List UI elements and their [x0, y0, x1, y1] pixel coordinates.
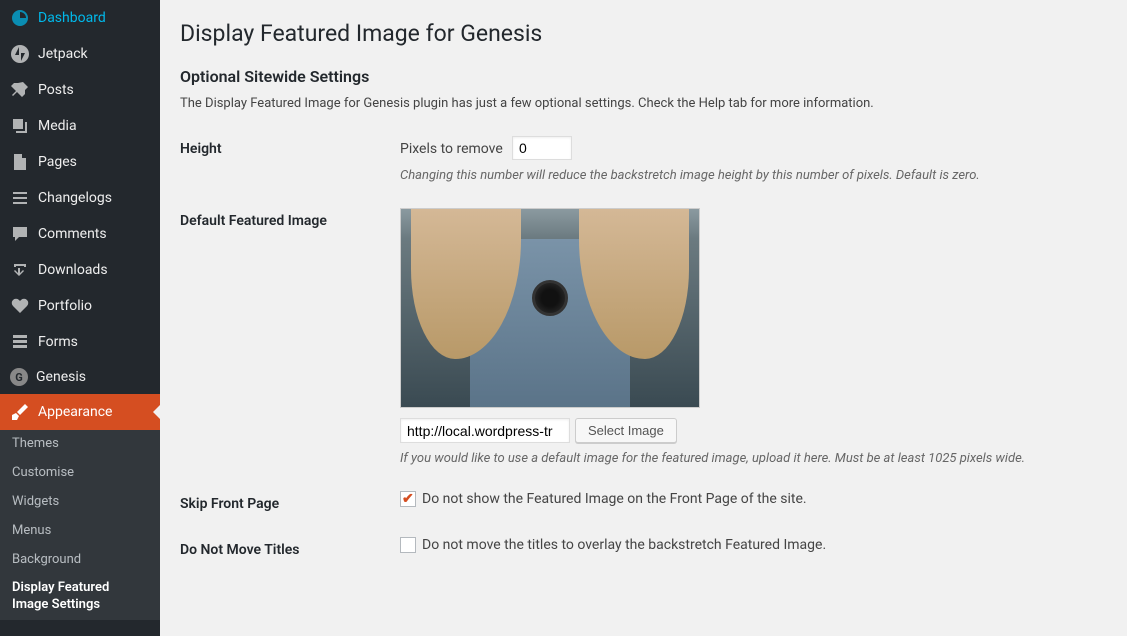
appearance-submenu: Themes Customise Widgets Menus Backgroun… — [0, 430, 160, 620]
field-skip-front: Skip Front Page Do not show the Featured… — [180, 491, 1107, 512]
sidebar-item-comments[interactable]: Comments — [0, 216, 160, 252]
sidebar-item-genesis[interactable]: G Genesis — [0, 360, 160, 394]
forms-icon — [10, 332, 30, 352]
submenu-customise[interactable]: Customise — [0, 459, 160, 488]
no-move-titles-label: Do Not Move Titles — [180, 537, 400, 558]
submenu-display-featured-image[interactable]: Display Featured Image Settings — [0, 574, 160, 620]
height-label: Height — [180, 136, 400, 157]
admin-sidebar: Dashboard Jetpack Posts Media Pages Chan… — [0, 0, 160, 636]
sidebar-item-media[interactable]: Media — [0, 108, 160, 144]
field-height: Height Pixels to remove Changing this nu… — [180, 136, 1107, 183]
default-image-desc: If you would like to use a default image… — [400, 451, 1107, 466]
select-image-button[interactable]: Select Image — [575, 418, 677, 443]
field-no-move-titles: Do Not Move Titles Do not move the title… — [180, 537, 1107, 558]
sidebar-item-label: Jetpack — [38, 46, 88, 62]
sidebar-item-label: Genesis — [36, 369, 86, 385]
sidebar-item-label: Media — [38, 118, 77, 134]
sidebar-item-jetpack[interactable]: Jetpack — [0, 36, 160, 72]
pin-icon — [10, 80, 30, 100]
sidebar-item-appearance[interactable]: Appearance — [0, 394, 160, 430]
sidebar-item-label: Portfolio — [38, 298, 92, 314]
sidebar-item-dashboard[interactable]: Dashboard — [0, 0, 160, 36]
field-default-image: Default Featured Image Select Image If y… — [180, 208, 1107, 466]
list-icon — [10, 188, 30, 208]
submenu-background[interactable]: Background — [0, 546, 160, 575]
sidebar-item-label: Downloads — [38, 262, 108, 278]
sidebar-item-portfolio[interactable]: Portfolio — [0, 288, 160, 324]
skip-front-text: Do not show the Featured Image on the Fr… — [422, 491, 807, 507]
no-move-titles-text: Do not move the titles to overlay the ba… — [422, 537, 826, 553]
skip-front-label: Skip Front Page — [180, 491, 400, 512]
media-icon — [10, 116, 30, 136]
skip-front-checkbox[interactable] — [400, 491, 416, 507]
height-input[interactable] — [512, 136, 572, 160]
page-subtitle: Optional Sitewide Settings — [180, 67, 1107, 86]
submenu-themes[interactable]: Themes — [0, 430, 160, 459]
heart-icon — [10, 296, 30, 316]
sidebar-item-posts[interactable]: Posts — [0, 72, 160, 108]
page-title: Display Featured Image for Genesis — [180, 20, 1107, 47]
no-move-titles-checkbox[interactable] — [400, 537, 416, 553]
sidebar-item-forms[interactable]: Forms — [0, 324, 160, 360]
sidebar-item-label: Pages — [38, 154, 77, 170]
pages-icon — [10, 152, 30, 172]
sidebar-item-label: Forms — [38, 334, 78, 350]
sidebar-item-pages[interactable]: Pages — [0, 144, 160, 180]
image-url-input[interactable] — [400, 418, 570, 443]
sidebar-item-changelogs[interactable]: Changelogs — [0, 180, 160, 216]
dashboard-icon — [10, 8, 30, 28]
download-icon — [10, 260, 30, 280]
page-intro: The Display Featured Image for Genesis p… — [180, 96, 1107, 111]
sidebar-item-label: Dashboard — [38, 10, 106, 26]
default-image-label: Default Featured Image — [180, 208, 400, 229]
submenu-menus[interactable]: Menus — [0, 517, 160, 546]
jetpack-icon — [10, 44, 30, 64]
image-preview — [400, 208, 700, 408]
genesis-icon: G — [10, 368, 28, 386]
height-inline-label: Pixels to remove — [400, 141, 503, 157]
sidebar-item-label: Appearance — [38, 404, 112, 420]
submenu-widgets[interactable]: Widgets — [0, 488, 160, 517]
sidebar-item-label: Posts — [38, 82, 74, 98]
brush-icon — [10, 402, 30, 422]
sidebar-item-label: Changelogs — [38, 190, 112, 206]
comment-icon — [10, 224, 30, 244]
height-desc: Changing this number will reduce the bac… — [400, 168, 1107, 183]
main-content: Display Featured Image for Genesis Optio… — [160, 0, 1127, 636]
sidebar-item-downloads[interactable]: Downloads — [0, 252, 160, 288]
sidebar-item-label: Comments — [38, 226, 107, 242]
